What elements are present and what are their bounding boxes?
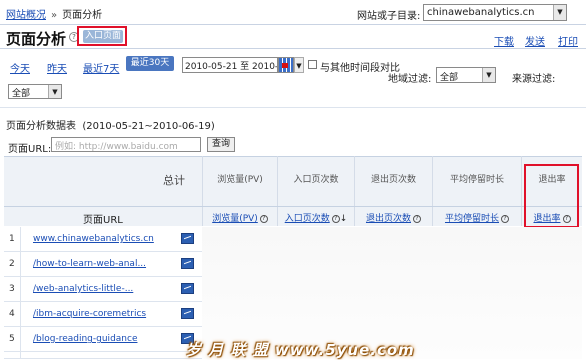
divider (0, 107, 586, 108)
breadcrumb-home-link[interactable]: 网站概况 (6, 10, 46, 21)
table-title-text: 页面分析数据表 (6, 121, 76, 132)
watermark: 岁 月 联 盟 www.5yue.com (186, 341, 415, 359)
row-url-link[interactable]: /how-to-learn-web-anal... (33, 259, 146, 269)
date-range-input[interactable]: 2010-05-21 至 2010-06 (182, 57, 278, 73)
total-label: 总计 (163, 174, 185, 187)
sort-avg-time-link[interactable]: 平均停留时长 (445, 214, 499, 224)
date-last7-link[interactable]: 最近7天 (83, 60, 119, 75)
column-divider (20, 227, 21, 359)
sort-exits-link[interactable]: 退出页次数 (366, 214, 411, 224)
source-filter-label: 来源过滤: (512, 74, 556, 85)
row-number: 3 (9, 284, 15, 294)
divider (4, 206, 582, 207)
table-title: 页面分析数据表 (2010-05-21~2010-06-19) (6, 117, 215, 132)
table-row: 2/how-to-learn-web-anal... (4, 252, 202, 277)
trend-chart-icon[interactable] (181, 308, 194, 319)
breadcrumb-separator: » (51, 10, 58, 21)
url-filter-input[interactable]: 例如: http://www.baidu.com (51, 137, 201, 152)
row-number: 2 (9, 259, 15, 269)
chevron-down-icon: ▼ (553, 5, 566, 20)
row-url-link[interactable]: /blog-reading-guidance (33, 334, 137, 344)
chevron-down-icon[interactable]: ▼ (294, 57, 304, 73)
sort-header-entries[interactable]: 入口页次数? ↓ (278, 211, 354, 224)
date-last30-button[interactable]: 最近30天 (126, 56, 174, 71)
row-number: 5 (9, 334, 15, 344)
breadcrumb: 网站概况 » 页面分析 (6, 6, 102, 21)
row-url-link[interactable]: /web-analytics-little-... (33, 284, 133, 294)
site-label: 网站或子目录: (357, 11, 421, 22)
highlight-box (524, 164, 579, 228)
table-row: 6 (4, 352, 202, 359)
sort-header-avg-time[interactable]: 平均停留时长? (433, 211, 521, 224)
divider (0, 24, 586, 25)
metric-header-pv: 浏览量(PV) (217, 175, 263, 185)
help-circle-icon[interactable]: ? (331, 214, 340, 223)
sort-entries-link[interactable]: 入口页次数 (285, 214, 330, 224)
highlight-box (77, 26, 127, 46)
region-filter-select[interactable]: 全部 ▼ (436, 67, 496, 83)
region-filter-value: 全部 (440, 73, 459, 83)
table-row: 3/web-analytics-little-... (4, 277, 202, 302)
help-circle-icon[interactable]: ? (413, 214, 421, 223)
column-header-url: 页面URL (83, 215, 123, 226)
trend-chart-icon[interactable] (181, 233, 194, 244)
help-circle-icon[interactable]: ? (501, 214, 509, 223)
row-number: 4 (9, 309, 15, 319)
chevron-down-icon: ▼ (482, 68, 495, 82)
send-link[interactable]: 发送 (525, 33, 545, 48)
date-yesterday-link[interactable]: 昨天 (47, 60, 67, 75)
trend-chart-icon[interactable] (181, 283, 194, 294)
url-filter-label: 页面URL: (8, 144, 52, 155)
source-filter-value: 全部 (12, 89, 31, 99)
sort-pv-link[interactable]: 浏览量(PV) (212, 214, 258, 224)
table-row: 5/blog-reading-guidance (4, 327, 202, 352)
calendar-icon[interactable] (278, 57, 294, 73)
site-select-value: chinawebanalytics.cn (427, 7, 535, 18)
help-circle-icon[interactable]: ? (259, 214, 268, 223)
trend-chart-icon[interactable] (181, 258, 194, 269)
page-title: 页面分析 (6, 30, 67, 48)
metric-header-avg-time: 平均停留时长 (449, 175, 504, 185)
table-date-range: (2010-05-21~2010-06-19) (82, 121, 215, 132)
table-row: 4/ibm-acquire-coremetrics (4, 302, 202, 327)
row-url-link[interactable]: /ibm-acquire-coremetrics (33, 309, 146, 319)
sort-header-pv[interactable]: 浏览量(PV)? (203, 211, 277, 224)
source-filter-select[interactable]: 全部 ▼ (8, 84, 62, 99)
metric-header-entries: 入口页次数 (293, 175, 339, 185)
region-filter-label: 地域过滤: (388, 74, 432, 85)
site-select[interactable]: chinawebanalytics.cn ▼ (423, 4, 567, 21)
row-number: 1 (9, 234, 15, 244)
row-url-link[interactable]: www.chinawebanalytics.cn (33, 234, 154, 244)
sort-header-exits[interactable]: 退出页次数? (355, 211, 432, 224)
compare-checkbox[interactable] (308, 60, 317, 69)
print-link[interactable]: 打印 (558, 33, 578, 48)
table-row: 1 www.chinawebanalytics.cn (4, 227, 202, 252)
query-button[interactable]: 查询 (207, 137, 235, 152)
download-link[interactable]: 下载 (494, 33, 514, 48)
breadcrumb-current: 页面分析 (62, 10, 103, 21)
chevron-down-icon: ▼ (48, 85, 61, 98)
divider (0, 48, 586, 49)
sort-desc-arrow-icon: ↓ (339, 214, 348, 224)
date-today-link[interactable]: 今天 (10, 60, 30, 75)
metric-header-exits: 退出页次数 (370, 175, 416, 185)
